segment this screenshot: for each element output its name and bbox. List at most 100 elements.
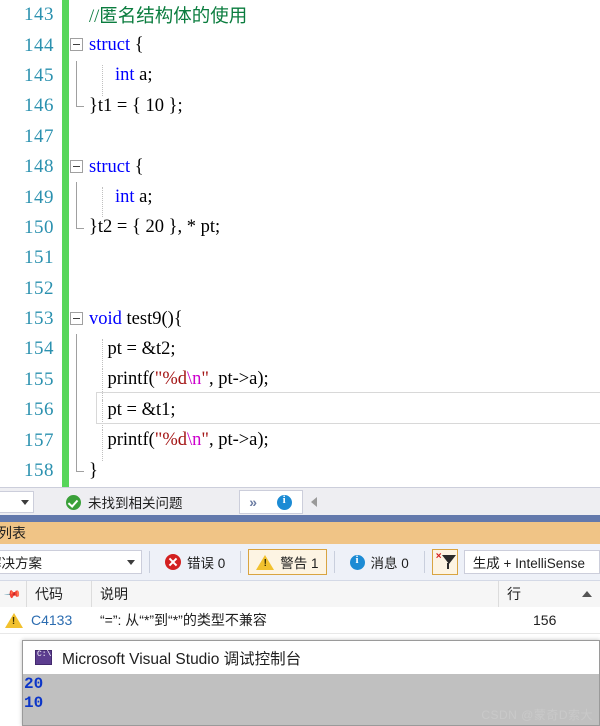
code-token: , pt->a); <box>208 369 269 390</box>
code-text: printf("%d\n", pt->a); <box>89 369 600 400</box>
code-token: test9(){ <box>121 308 183 329</box>
chevron-down-icon[interactable] <box>21 499 29 505</box>
console-title-bar[interactable]: Microsoft Visual Studio 调试控制台 <box>23 641 599 674</box>
column-sort-indicator[interactable] <box>574 581 600 607</box>
chevron-down-icon[interactable] <box>127 559 135 565</box>
column-header-code[interactable]: 代码 <box>27 581 92 607</box>
zoom-level-dropdown[interactable]: % <box>0 491 34 513</box>
escape-token: \n <box>186 369 202 390</box>
tab-error-list[interactable]: 错误列表 <box>0 522 36 544</box>
row-description: “=”: 从“*”到“*”的类型不兼容 <box>100 612 267 628</box>
code-line-row[interactable]: 150 }t2 = { 20 }, * pt; <box>0 212 600 244</box>
code-line-row[interactable]: 154 pt = &t2; <box>0 334 600 370</box>
line-number: 155 <box>24 368 54 390</box>
code-line-row[interactable]: 147 <box>0 121 600 152</box>
code-text: pt = &t1; <box>89 399 600 431</box>
issue-nav-group[interactable]: » <box>238 490 303 514</box>
string-token: " <box>201 369 209 390</box>
change-bar <box>62 395 69 426</box>
keyword-token: void <box>89 308 122 329</box>
tab-error-list-label: 错误列表 <box>0 525 26 541</box>
code-line-row[interactable]: 155 printf("%d\n", pt->a); <box>0 364 600 400</box>
code-text: int a; <box>89 65 600 96</box>
table-row[interactable]: C4133 “=”: 从“*”到“*”的类型不兼容 156 <box>0 607 600 634</box>
code-line-row[interactable]: 143 //匿名结构体的使用 <box>0 0 600 31</box>
pin-icon: 📌 <box>3 585 22 604</box>
code-token: }t1 = { 10 }; <box>89 95 183 116</box>
fold-gutter <box>69 60 89 92</box>
code-text: struct { <box>89 157 600 178</box>
double-chevron-right-icon[interactable]: » <box>249 495 257 509</box>
change-bar <box>62 212 69 244</box>
line-number: 149 <box>24 186 54 208</box>
errors-toggle-button[interactable]: 错误 0 <box>157 549 233 575</box>
console-app-icon <box>35 650 52 665</box>
change-bar <box>62 273 69 304</box>
code-line-row[interactable]: 158 } <box>0 455 600 487</box>
row-line-number: 156 <box>533 612 557 628</box>
row-code[interactable]: C4133 <box>27 607 92 633</box>
collapse-icon[interactable] <box>70 38 83 52</box>
fold-gutter[interactable] <box>69 30 89 60</box>
sort-ascending-icon <box>582 591 592 597</box>
fold-gutter <box>69 182 89 213</box>
code-text: }t1 = { 10 }; <box>89 96 600 117</box>
code-token: , pt->a); <box>208 430 269 451</box>
region-line-end <box>76 455 84 472</box>
debug-console-window[interactable]: Microsoft Visual Studio 调试控制台 20 10 CSDN… <box>22 640 600 726</box>
code-line-row[interactable]: 148 struct { <box>0 151 600 183</box>
change-bar <box>62 121 69 152</box>
code-text: } <box>89 461 600 482</box>
region-line <box>76 60 77 92</box>
build-filter-dropdown[interactable]: 生成 + IntelliSense <box>463 550 600 574</box>
code-line-row[interactable]: 153 void test9(){ <box>0 303 600 335</box>
column-header-line[interactable]: 行 <box>499 581 574 607</box>
fold-gutter <box>69 91 89 121</box>
line-number: 156 <box>24 399 54 421</box>
error-list-toolbar: 整个解决方案 错误 0 警告 1 消息 0 × 生成 + IntelliSens… <box>0 544 600 581</box>
escape-token: \n <box>186 430 202 451</box>
comment-token: //匿名结构体的使用 <box>89 7 248 28</box>
clear-filter-icon[interactable]: × <box>431 549 458 575</box>
check-circle-icon <box>66 494 81 510</box>
collapse-icon[interactable] <box>70 311 83 325</box>
code-line-row[interactable]: 149 int a; <box>0 182 600 218</box>
scope-dropdown-value: 整个解决方案 <box>0 556 42 571</box>
warnings-toggle-button[interactable]: 警告 1 <box>248 549 327 575</box>
region-line <box>76 364 77 396</box>
keyword-token: int <box>115 187 135 208</box>
code-line-row[interactable]: 144 struct { <box>0 30 600 61</box>
keyword-token: struct <box>89 35 131 56</box>
chevron-left-icon[interactable] <box>310 497 317 507</box>
line-number: 157 <box>24 429 54 451</box>
collapse-icon[interactable] <box>70 159 83 173</box>
code-token: a; <box>134 187 153 208</box>
messages-toggle-button[interactable]: 消息 0 <box>342 549 417 575</box>
code-line-row[interactable]: 145 int a; <box>0 60 600 96</box>
code-line-row[interactable]: 152 <box>0 273 600 304</box>
column-header-description[interactable]: 说明 <box>92 581 499 607</box>
string-token: "%d <box>154 369 187 390</box>
fold-gutter <box>69 274 89 304</box>
column-header-pin[interactable]: 📌 <box>0 581 27 607</box>
filter-x-glyph: × <box>435 551 442 562</box>
scope-dropdown[interactable]: 整个解决方案 <box>0 550 142 574</box>
code-line-row[interactable]: 146 }t1 = { 10 }; <box>0 91 600 122</box>
code-editor[interactable]: 143 //匿名结构体的使用 144 struct { 145 int a; 1… <box>0 0 600 487</box>
warnings-count-label: 警告 1 <box>280 556 319 571</box>
fold-gutter[interactable] <box>69 304 89 334</box>
fold-gutter <box>69 334 89 365</box>
code-line-row[interactable]: 156 pt = &t1; <box>0 395 600 431</box>
code-token: { <box>130 35 144 56</box>
line-number: 145 <box>24 64 54 86</box>
status-message: 未找到相关问题 <box>88 496 183 511</box>
code-text: printf("%d\n", pt->a); <box>89 430 600 461</box>
code-line-row[interactable]: 157 printf("%d\n", pt->a); <box>0 425 600 461</box>
fold-gutter <box>69 0 89 30</box>
change-bar <box>62 151 69 183</box>
toolbar-separator <box>149 551 150 573</box>
fold-gutter[interactable] <box>69 152 89 182</box>
fold-gutter <box>69 425 89 456</box>
code-line-row[interactable]: 151 <box>0 243 600 274</box>
info-icon[interactable] <box>276 494 292 510</box>
